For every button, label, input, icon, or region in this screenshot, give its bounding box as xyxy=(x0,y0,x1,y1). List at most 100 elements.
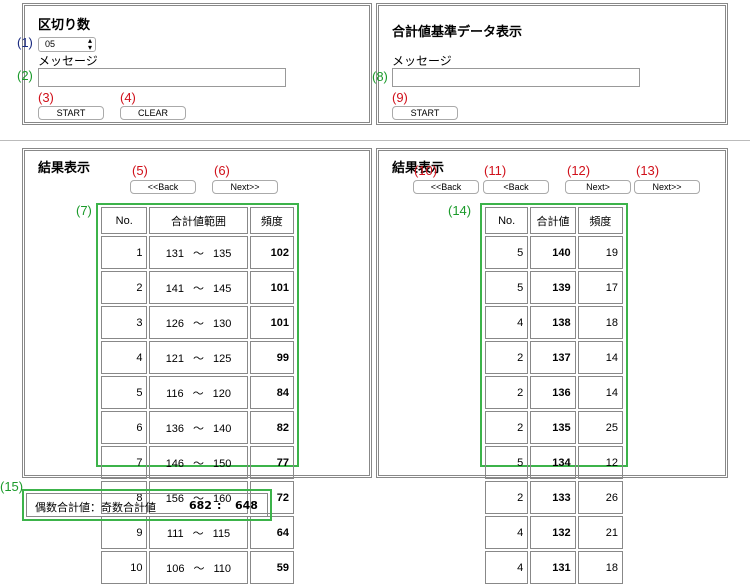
row-frequency: 18 xyxy=(577,306,623,339)
back-button-right[interactable]: <Back xyxy=(483,180,549,194)
odd-sum-value: 648 xyxy=(235,499,258,512)
row-sum-range: 116 〜 120 xyxy=(149,376,248,409)
table-row: 7 146 〜 150 77 xyxy=(101,446,294,479)
header-sum-range: 合計値範囲 xyxy=(149,207,248,234)
message-label-right: メッセージ xyxy=(392,54,452,68)
range-separator: 〜 xyxy=(193,317,205,330)
row-no: 2 xyxy=(485,376,529,409)
range-from: 121 xyxy=(165,352,185,365)
annotation-6: (6) xyxy=(214,163,230,178)
row-no: 2 xyxy=(485,481,529,514)
row-sum: 132 xyxy=(530,516,576,549)
next-button-right[interactable]: Next> xyxy=(565,180,631,194)
start-button-left[interactable]: START xyxy=(38,106,104,120)
row-sum: 136 xyxy=(530,376,576,409)
range-separator: 〜 xyxy=(193,562,205,575)
row-no: 4 xyxy=(485,551,529,584)
row-no: 1 xyxy=(101,236,148,269)
table-row: 2 141 〜 145 101 xyxy=(101,271,294,304)
table-row: 6 136 〜 140 82 xyxy=(101,411,294,444)
annotation-12: (12) xyxy=(567,163,591,178)
sum-frequency-table: No. 合計値 頻度 5 140 19 5 139 17 4 138 18 2 137 14 2 136 1… xyxy=(483,205,625,586)
row-sum: 133 xyxy=(530,481,576,514)
range-frequency-table: No. 合計値範囲 頻度 1 131 〜 135 102 2 141 〜 145 101 3 126 〜… xyxy=(99,205,296,586)
header-sum: 合計値 xyxy=(530,207,576,234)
annotation-14: (14) xyxy=(448,203,472,218)
row-sum: 134 xyxy=(530,446,576,479)
range-to: 125 xyxy=(213,352,232,365)
row-sum: 138 xyxy=(530,306,576,339)
table-row: 2 135 25 xyxy=(485,411,623,444)
table-row: 2 133 26 xyxy=(485,481,623,514)
result-title-left: 結果表示 xyxy=(38,161,91,176)
header-no: No. xyxy=(101,207,148,234)
clear-button[interactable]: CLEAR xyxy=(120,106,186,120)
range-separator: 〜 xyxy=(193,352,205,365)
annotation-1: (1) xyxy=(17,35,33,50)
row-frequency: 17 xyxy=(577,271,623,304)
row-no: 5 xyxy=(485,446,529,479)
range-to: 140 xyxy=(213,422,232,435)
header-frequency: 頻度 xyxy=(577,207,623,234)
annotation-9: (9) xyxy=(392,90,408,105)
range-from: 126 xyxy=(165,317,185,330)
row-frequency: 99 xyxy=(249,341,294,374)
table-row: 2 137 14 xyxy=(485,341,623,374)
range-to: 115 xyxy=(212,527,231,540)
table-row: 2 136 14 xyxy=(485,376,623,409)
range-separator: 〜 xyxy=(192,387,204,400)
range-separator: 〜 xyxy=(193,457,205,470)
row-frequency: 18 xyxy=(577,551,623,584)
range-to: 145 xyxy=(213,282,232,295)
row-no: 5 xyxy=(485,271,529,304)
row-sum-range: 106 〜 110 xyxy=(149,551,248,584)
start-button-right[interactable]: START xyxy=(392,106,458,120)
message-input-right[interactable] xyxy=(392,68,640,87)
row-frequency: 77 xyxy=(249,446,294,479)
row-sum-range: 146 〜 150 xyxy=(149,446,248,479)
annotation-15: (15) xyxy=(0,479,24,494)
message-input-left[interactable] xyxy=(38,68,286,87)
row-frequency: 101 xyxy=(249,306,294,339)
range-to: 110 xyxy=(213,562,231,575)
annotation-11: (11) xyxy=(484,163,507,178)
last-page-button-right[interactable]: Next>> xyxy=(634,180,700,194)
range-from: 141 xyxy=(165,282,185,295)
split-count-select[interactable]: 05 ▴ ▾ xyxy=(38,37,96,52)
range-to: 150 xyxy=(213,457,232,470)
table-row: 4 138 18 xyxy=(485,306,623,339)
next-button-left[interactable]: Next>> xyxy=(212,180,278,194)
row-sum-range: 141 〜 145 xyxy=(149,271,248,304)
range-from: 116 xyxy=(166,387,184,400)
first-page-button-right[interactable]: <<Back xyxy=(413,180,479,194)
even-sum-value: 682 xyxy=(189,499,212,512)
row-frequency: 84 xyxy=(249,376,294,409)
table-row: 1 131 〜 135 102 xyxy=(101,236,294,269)
range-separator: 〜 xyxy=(192,527,204,540)
row-frequency: 25 xyxy=(577,411,623,444)
summary-box: 偶数合計値：奇数合計値 682 : 648 xyxy=(26,493,268,517)
range-separator: 〜 xyxy=(193,282,205,295)
annotation-13: (13) xyxy=(636,163,660,178)
back-button-left[interactable]: <<Back xyxy=(130,180,196,194)
row-no: 10 xyxy=(101,551,148,584)
row-frequency: 101 xyxy=(249,271,294,304)
row-frequency: 26 xyxy=(577,481,623,514)
row-no: 4 xyxy=(101,341,148,374)
annotation-10: (10) xyxy=(414,163,438,178)
table-row: 4 121 〜 125 99 xyxy=(101,341,294,374)
row-sum: 137 xyxy=(530,341,576,374)
row-sum-range: 131 〜 135 xyxy=(149,236,248,269)
annotation-2: (2) xyxy=(17,68,33,83)
row-no: 4 xyxy=(485,306,529,339)
row-no: 6 xyxy=(101,411,148,444)
split-count-select-value: 05 xyxy=(45,39,56,49)
table-row: 5 139 17 xyxy=(485,271,623,304)
row-sum-range: 136 〜 140 xyxy=(149,411,248,444)
header-no: No. xyxy=(485,207,529,234)
row-no: 2 xyxy=(485,411,529,444)
row-frequency: 102 xyxy=(249,236,294,269)
select-updown-icon: ▴ ▾ xyxy=(87,36,92,52)
table-row: 4 132 21 xyxy=(485,516,623,549)
row-sum: 140 xyxy=(530,236,576,269)
